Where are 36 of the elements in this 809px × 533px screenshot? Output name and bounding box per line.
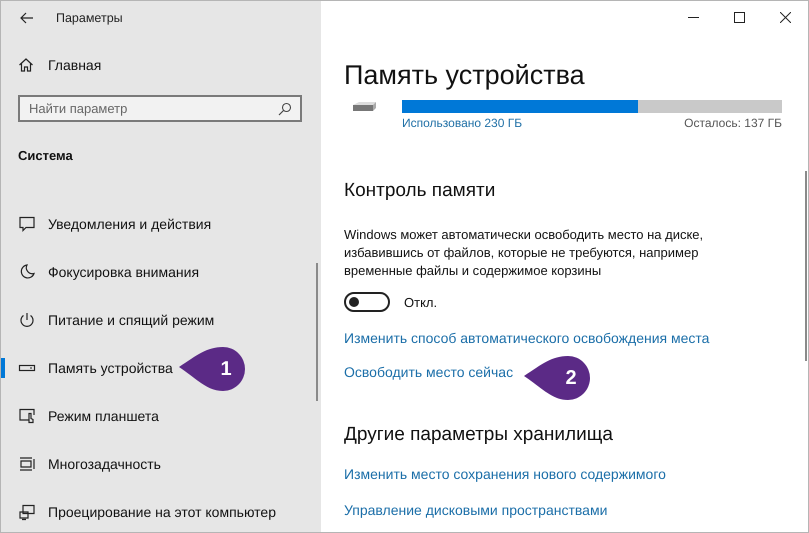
settings-link[interactable]: Изменить место сохранения нового содержимого	[344, 466, 666, 482]
chat-icon	[18, 215, 36, 233]
nav-item[interactable]: Питание и спящий режим	[18, 296, 214, 344]
multitask-icon	[18, 455, 36, 473]
free-space-label: Осталось: 137 ГБ	[684, 116, 782, 130]
section-heading: Контроль памяти	[344, 180, 496, 202]
used-space-label: Использовано 230 ГБ	[402, 116, 522, 130]
section-heading: Другие параметры хранилища	[344, 424, 614, 446]
moon-icon	[18, 263, 36, 281]
home-icon	[18, 57, 34, 73]
search-input[interactable]: Найти параметр	[29, 101, 278, 116]
search-icon	[278, 102, 292, 116]
nav-item[interactable]: Уведомления и действия	[18, 200, 212, 248]
close-icon	[780, 12, 790, 22]
power-icon	[18, 311, 36, 329]
scrollbar[interactable]	[805, 171, 807, 361]
nav-item[interactable]: Проецирование на этот компьютер	[18, 488, 276, 532]
settings-link[interactable]: Изменить способ автоматического освобождения места	[344, 330, 710, 346]
maximize-icon	[734, 12, 744, 22]
toggle-label: Откл.	[404, 294, 438, 310]
page-title: Память устройства	[344, 59, 586, 91]
settings-link[interactable]: Освободить место сейчас	[344, 364, 514, 380]
toggle-switch[interactable]	[344, 292, 390, 312]
nav-item[interactable]: Фокусировка внимания	[18, 248, 200, 296]
nav-item[interactable]: Многозадачность	[18, 440, 161, 488]
search-field[interactable]: Найти параметр	[18, 95, 302, 122]
home-link[interactable]: Главная	[18, 57, 102, 73]
settings-link[interactable]: Управление дисковыми пространствами	[344, 502, 608, 518]
description-text: Windows может автоматически освободить место на диске, избавившись от файлов, которые не требуются, например временные файлы и содержимое корзины	[344, 226, 704, 280]
monitor-icon	[18, 503, 36, 521]
tablet-icon	[18, 407, 36, 425]
section-heading: Система	[18, 148, 74, 163]
scrollbar[interactable]	[316, 263, 318, 401]
nav-item[interactable]: Режим планшета	[18, 392, 159, 440]
window-title: Параметры	[56, 11, 123, 25]
nav-item[interactable]: Память устройства	[18, 344, 173, 392]
